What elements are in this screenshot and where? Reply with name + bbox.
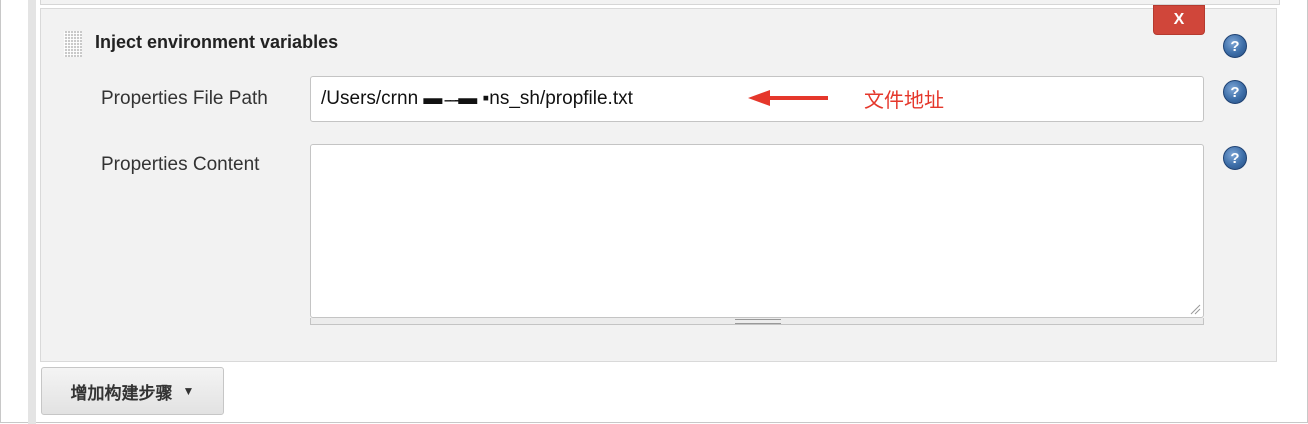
properties-content-label: Properties Content: [101, 154, 260, 175]
drag-handle-icon[interactable]: [64, 31, 82, 57]
content-help-icon[interactable]: ?: [1223, 146, 1247, 170]
resize-grip-icon[interactable]: [1189, 303, 1201, 315]
annotation-arrow-icon: [748, 90, 828, 106]
add-build-step-label: 增加构建步骤: [70, 383, 173, 403]
add-build-step-button[interactable]: 增加构建步骤 ▼: [41, 367, 224, 415]
textarea-resize-bar[interactable]: [310, 318, 1204, 325]
delete-step-button[interactable]: X: [1153, 5, 1205, 35]
previous-step-edge: [40, 0, 1280, 5]
properties-file-path-label: Properties File Path: [101, 88, 268, 109]
properties-content-textarea[interactable]: [310, 144, 1204, 318]
chevron-down-icon: ▼: [182, 384, 195, 398]
resize-bar-grip-icon[interactable]: [735, 319, 781, 324]
annotation-label: 文件地址: [864, 90, 944, 112]
step-title: Inject environment variables: [95, 32, 339, 52]
section-rail: [28, 0, 36, 424]
step-help-icon[interactable]: ?: [1223, 34, 1247, 58]
file-path-help-icon[interactable]: ?: [1223, 80, 1247, 104]
